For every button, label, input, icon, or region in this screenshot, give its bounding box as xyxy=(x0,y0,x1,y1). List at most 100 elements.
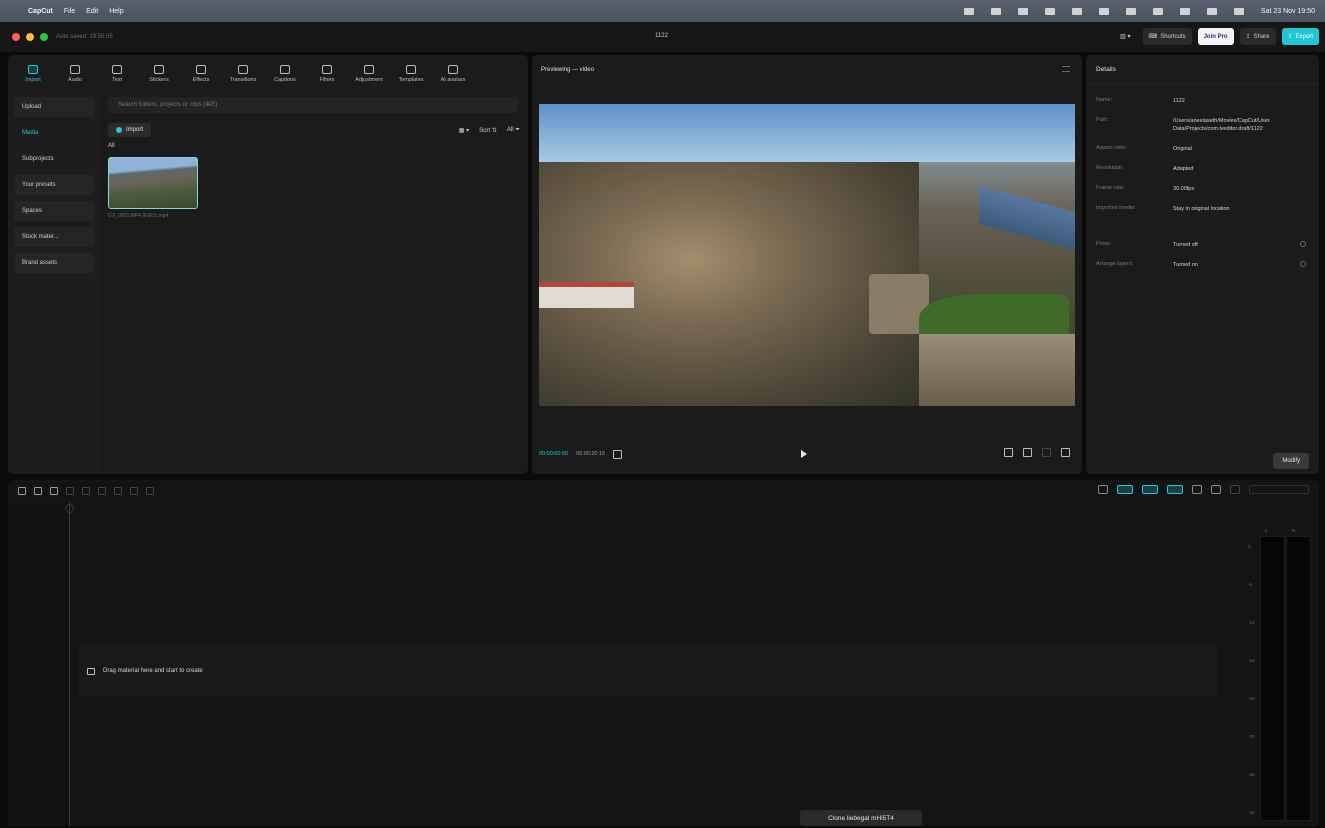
undo-icon[interactable] xyxy=(34,487,42,495)
tab-label: Import xyxy=(25,77,41,83)
drop-zone[interactable]: Drag material here and start to create xyxy=(78,645,1218,697)
sidebar-item-your-presets[interactable]: Your presets xyxy=(14,175,94,195)
select-tool-icon[interactable] xyxy=(18,487,26,495)
delete-icon[interactable] xyxy=(114,487,122,495)
redo-icon[interactable] xyxy=(50,487,58,495)
display-icon[interactable] xyxy=(1071,7,1082,15)
sidebar-item-upload[interactable]: Upload xyxy=(14,97,94,117)
tab-audio[interactable]: Audio xyxy=(54,55,96,93)
control-center-icon[interactable] xyxy=(1206,7,1217,15)
tab-ai-avatars[interactable]: AI avatars xyxy=(432,55,474,93)
details-row: Path: /Users/aneelaseth/Movies/CapCut/Use… xyxy=(1086,117,1319,133)
crop-tool-icon[interactable] xyxy=(146,487,154,495)
main-track-magnet-icon[interactable] xyxy=(1117,485,1133,494)
share-button[interactable]: ⇪ Share xyxy=(1239,28,1276,45)
menu-icon[interactable] xyxy=(1062,66,1070,72)
export-button[interactable]: ⇧ Export xyxy=(1281,28,1319,45)
video-water xyxy=(979,186,1075,250)
auto-snap-icon[interactable] xyxy=(1142,485,1158,494)
search-icon[interactable] xyxy=(1179,7,1190,15)
menu-edit[interactable]: Edit xyxy=(86,8,98,15)
meter-tick: 0 xyxy=(1248,544,1251,549)
phone-icon[interactable] xyxy=(1044,7,1055,15)
menu-help[interactable]: Help xyxy=(109,8,123,15)
search-input[interactable] xyxy=(108,97,518,113)
sidebar-item-stock-material[interactable]: Stock mater... xyxy=(14,227,94,247)
timeline-tracks[interactable]: Drag material here and start to create L… xyxy=(8,502,1319,826)
sidebar-item-brand-assets[interactable]: Brand assets xyxy=(14,253,94,273)
zoom-window-button[interactable] xyxy=(40,33,48,41)
split-view-icon[interactable] xyxy=(1192,485,1202,494)
details-value[interactable]: Turned off xyxy=(1173,241,1308,249)
tab-templates[interactable]: Templates xyxy=(390,55,432,93)
zoom-icon[interactable] xyxy=(1042,448,1051,457)
details-header: Details xyxy=(1086,55,1319,85)
timeline-right-tools xyxy=(1098,485,1309,494)
fullscreen-icon[interactable] xyxy=(1061,448,1070,457)
sort-button[interactable]: Sort ⇅ xyxy=(479,127,497,134)
microphone-icon[interactable] xyxy=(1098,485,1108,494)
aspect-ratio-icon[interactable] xyxy=(1004,448,1013,457)
close-window-button[interactable] xyxy=(12,33,20,41)
import-row: Import ▦ ▾ Sort ⇅ All ⏷ xyxy=(108,122,520,138)
tab-text[interactable]: Text xyxy=(96,55,138,93)
cloud-icon[interactable] xyxy=(963,7,974,15)
details-label: Imported media: xyxy=(1096,205,1136,211)
menubar-clock[interactable]: Sat 23 Nov 19:50 xyxy=(1261,8,1315,15)
split-right-icon[interactable] xyxy=(98,487,106,495)
play-button[interactable] xyxy=(801,450,807,458)
details-panel: Details Name: 1122 Path: /Users/aneelaseth/… xyxy=(1086,55,1319,474)
join-pro-button[interactable]: Join Pro xyxy=(1197,28,1234,45)
sidebar-item-spaces[interactable]: Spaces xyxy=(14,201,94,221)
bluetooth-icon[interactable] xyxy=(1098,7,1109,15)
wifi-icon[interactable] xyxy=(1152,7,1163,15)
tab-label: Text xyxy=(111,77,123,83)
menu-app-name[interactable]: CapCut xyxy=(28,8,53,15)
current-timecode: 00:00:00:00 xyxy=(539,451,569,457)
menu-file[interactable]: File xyxy=(64,8,75,15)
tab-stickers[interactable]: Stickers xyxy=(138,55,180,93)
split-left-icon[interactable] xyxy=(82,487,90,495)
tab-transitions[interactable]: Transitions xyxy=(222,55,264,93)
modify-button[interactable]: Modify xyxy=(1273,453,1309,469)
layout-button[interactable]: ▥ ▾ xyxy=(1114,28,1136,45)
shortcuts-button[interactable]: ⌨ Shortcuts xyxy=(1142,28,1192,45)
info-icon[interactable] xyxy=(1300,261,1306,267)
media-clip-thumbnail[interactable] xyxy=(108,157,198,209)
details-value[interactable]: Turned on xyxy=(1173,261,1308,269)
minimize-window-button[interactable] xyxy=(26,33,34,41)
transitions-icon xyxy=(238,65,248,74)
tab-label: Filters xyxy=(319,77,335,83)
crop-icon[interactable] xyxy=(1023,448,1032,457)
tab-adjustment[interactable]: Adjustment xyxy=(348,55,390,93)
linkage-icon[interactable] xyxy=(1167,485,1183,494)
info-icon[interactable] xyxy=(1300,241,1306,247)
stickers-icon xyxy=(154,65,164,74)
zoom-slider[interactable] xyxy=(1249,485,1309,494)
details-label: Name: xyxy=(1096,97,1113,103)
tab-captions[interactable]: Captions xyxy=(264,55,306,93)
playhead-handle[interactable] xyxy=(65,504,74,513)
record-icon[interactable] xyxy=(1017,7,1028,15)
details-value: Adapted xyxy=(1173,166,1194,172)
tab-import[interactable]: Import xyxy=(12,55,54,93)
sidebar-item-media[interactable]: Media xyxy=(14,123,94,143)
project-title[interactable]: 1122 xyxy=(655,33,668,39)
window-title-bar: Auto saved: 19:50:05 1122 ▥ ▾ ⌨ Shortcut… xyxy=(0,22,1325,52)
filter-all-button[interactable]: All ⏷ xyxy=(507,127,520,134)
sidebar-item-subprojects[interactable]: Subprojects xyxy=(14,149,94,169)
cursor-icon[interactable] xyxy=(990,7,1001,15)
tab-filters[interactable]: Filters xyxy=(306,55,348,93)
split-icon[interactable] xyxy=(66,487,74,495)
import-button[interactable]: Import xyxy=(108,123,152,137)
marker-icon[interactable] xyxy=(130,487,138,495)
video-frame[interactable] xyxy=(539,104,1075,406)
zoom-out-icon[interactable] xyxy=(1230,485,1240,494)
timecode-menu-icon[interactable] xyxy=(613,449,623,459)
playhead[interactable] xyxy=(69,502,70,826)
battery-icon[interactable] xyxy=(1125,7,1136,15)
siri-icon[interactable] xyxy=(1233,7,1244,15)
view-toggle-button[interactable]: ▦ ▾ xyxy=(459,127,469,134)
preview-axis-icon[interactable] xyxy=(1211,485,1221,494)
tab-effects[interactable]: Effects xyxy=(180,55,222,93)
